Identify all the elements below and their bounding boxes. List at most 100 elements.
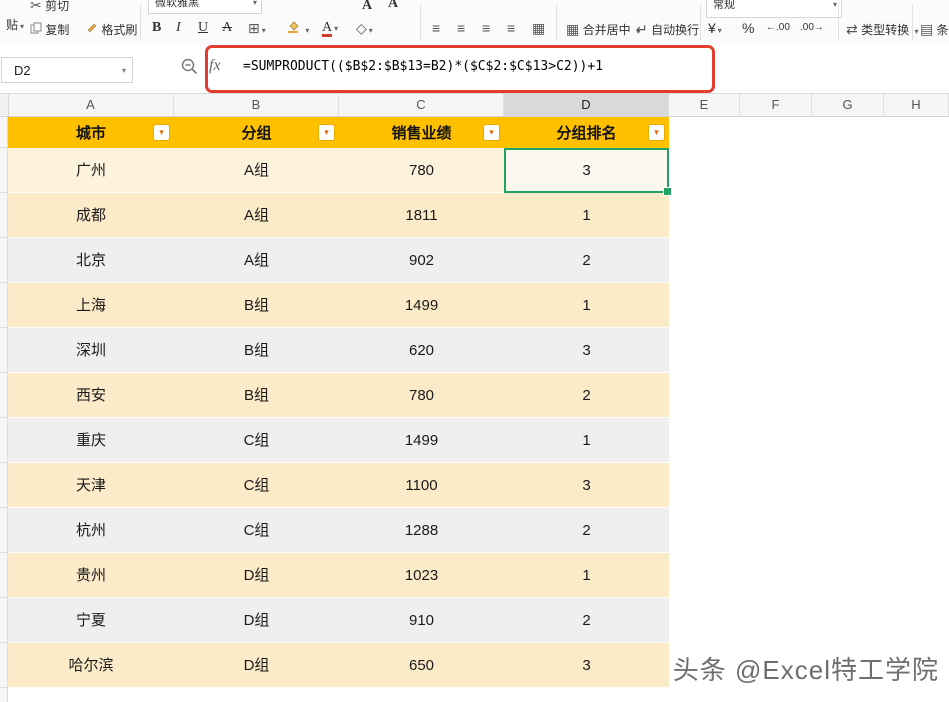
table-row: 哈尔滨 D组 650 3	[8, 643, 669, 688]
cell-C13[interactable]: 650	[339, 643, 504, 688]
cell-A6[interactable]: 深圳	[8, 328, 174, 373]
cell-D6[interactable]: 3	[504, 328, 669, 373]
cell-B4[interactable]: A组	[174, 238, 339, 283]
column-header-D[interactable]: D	[504, 94, 669, 116]
wrap-text-button[interactable]: ↵ 自动换行	[636, 21, 699, 38]
paste-button[interactable]: 贴 ▾	[6, 16, 24, 33]
cell-D8[interactable]: 1	[504, 418, 669, 463]
cell-C5[interactable]: 1499	[339, 283, 504, 328]
cell-A8[interactable]: 重庆	[8, 418, 174, 463]
conditional-format-button[interactable]: ▤ 条件格式	[920, 21, 949, 38]
number-format-select[interactable]: 常规 ▾	[706, 0, 842, 18]
cell-D9[interactable]: 3	[504, 463, 669, 508]
copy-button[interactable]: 复制	[30, 21, 69, 38]
cell-B11[interactable]: D组	[174, 553, 339, 598]
currency-format-button[interactable]: ¥ ▾	[708, 20, 722, 36]
format-painter-label: 格式刷	[101, 23, 138, 37]
filter-icon[interactable]: ▾	[484, 125, 499, 140]
cell-A4[interactable]: 北京	[8, 238, 174, 283]
cell-B7[interactable]: B组	[174, 373, 339, 418]
underline-button[interactable]: U	[198, 20, 208, 36]
cell-C3[interactable]: 1811	[339, 193, 504, 238]
cell-B6[interactable]: B组	[174, 328, 339, 373]
cell-C4[interactable]: 902	[339, 238, 504, 283]
font-color-button[interactable]: A ▾	[322, 20, 338, 37]
cell-C9[interactable]: 1100	[339, 463, 504, 508]
row-header-strip[interactable]	[0, 117, 8, 702]
column-header-H[interactable]: H	[884, 94, 949, 116]
cell-A13[interactable]: 哈尔滨	[8, 643, 174, 688]
font-size-up-button[interactable]: A	[362, 0, 372, 14]
cell-C12[interactable]: 910	[339, 598, 504, 643]
shading-button[interactable]: ◇ ▾	[356, 20, 373, 37]
cell-C10[interactable]: 1288	[339, 508, 504, 553]
fill-handle[interactable]	[663, 187, 672, 196]
column-header-F[interactable]: F	[740, 94, 812, 116]
cell-D4[interactable]: 2	[504, 238, 669, 283]
cell-D10[interactable]: 2	[504, 508, 669, 553]
merge-style-button[interactable]: ▦	[532, 20, 545, 37]
column-header-E[interactable]: E	[669, 94, 740, 116]
cell-C8[interactable]: 1499	[339, 418, 504, 463]
cell-B5[interactable]: B组	[174, 283, 339, 328]
cell-B9[interactable]: C组	[174, 463, 339, 508]
bold-button[interactable]: B	[152, 20, 161, 36]
align-center-button[interactable]: ≡	[457, 20, 465, 36]
cut-button[interactable]: ✂ 剪切	[30, 0, 69, 14]
cell-C2[interactable]: 780	[339, 148, 504, 193]
cell-B3[interactable]: A组	[174, 193, 339, 238]
cell-A12[interactable]: 宁夏	[8, 598, 174, 643]
fill-color-button[interactable]: ▾	[286, 20, 309, 36]
borders-button[interactable]: ⊞ ▾	[248, 20, 266, 37]
table-row: 贵州 D组 1023 1	[8, 553, 669, 598]
cell-B2[interactable]: A组	[174, 148, 339, 193]
formula-input[interactable]: =SUMPRODUCT(($B$2:$B$13=B2)*($C$2:$C$13>…	[243, 59, 603, 74]
cell-B13[interactable]: D组	[174, 643, 339, 688]
filter-icon[interactable]: ▾	[319, 125, 334, 140]
align-left-button[interactable]: ≡	[432, 20, 440, 36]
cell-B8[interactable]: C组	[174, 418, 339, 463]
column-header-C[interactable]: C	[339, 94, 504, 116]
cell-D2[interactable]: 3	[504, 148, 672, 196]
font-size-down-button[interactable]: A	[388, 0, 398, 12]
strikethrough-button[interactable]: A	[222, 20, 232, 36]
decrease-decimal-button[interactable]: .00→	[800, 22, 824, 33]
cell-reference: D2	[14, 63, 31, 78]
cell-A2[interactable]: 广州	[8, 148, 174, 193]
cell-D11[interactable]: 1	[504, 553, 669, 598]
cell-D12[interactable]: 2	[504, 598, 669, 643]
align-right-button[interactable]: ≡	[482, 20, 490, 36]
cell-C6[interactable]: 620	[339, 328, 504, 373]
column-header-B[interactable]: B	[174, 94, 339, 116]
cell-D3[interactable]: 1	[504, 193, 669, 238]
italic-button[interactable]: I	[176, 20, 181, 36]
cell-A5[interactable]: 上海	[8, 283, 174, 328]
table-row: 重庆 C组 1499 1	[8, 418, 669, 463]
cell-C7[interactable]: 780	[339, 373, 504, 418]
cell-D7[interactable]: 2	[504, 373, 669, 418]
cell-name-box[interactable]: D2 ▾	[1, 57, 133, 83]
cell-A9[interactable]: 天津	[8, 463, 174, 508]
cell-A11[interactable]: 贵州	[8, 553, 174, 598]
cell-D13[interactable]: 3	[504, 643, 669, 688]
cell-C11[interactable]: 1023	[339, 553, 504, 598]
percent-format-button[interactable]: %	[742, 20, 754, 36]
column-header-G[interactable]: G	[812, 94, 884, 116]
format-painter-button[interactable]: 格式刷	[86, 21, 137, 38]
cell-A10[interactable]: 杭州	[8, 508, 174, 553]
column-header-A[interactable]: A	[8, 94, 174, 116]
merge-center-button[interactable]: ▦ 合并居中 ▾	[566, 21, 640, 38]
font-name-select[interactable]: 微软雅黑 ▾	[148, 0, 262, 14]
cell-B10[interactable]: C组	[174, 508, 339, 553]
cell-A3[interactable]: 成都	[8, 193, 174, 238]
cell-D5[interactable]: 1	[504, 283, 669, 328]
filter-icon[interactable]: ▾	[649, 125, 664, 140]
zoom-out-icon[interactable]	[180, 57, 200, 82]
cell-A7[interactable]: 西安	[8, 373, 174, 418]
filter-icon[interactable]: ▾	[154, 125, 169, 140]
cell-B12[interactable]: D组	[174, 598, 339, 643]
increase-decimal-button[interactable]: ←.00	[766, 22, 790, 33]
justify-button[interactable]: ≡	[507, 20, 515, 36]
type-convert-button[interactable]: ⇄ 类型转换 ▾	[846, 21, 918, 38]
fx-icon[interactable]: fx	[209, 57, 221, 75]
